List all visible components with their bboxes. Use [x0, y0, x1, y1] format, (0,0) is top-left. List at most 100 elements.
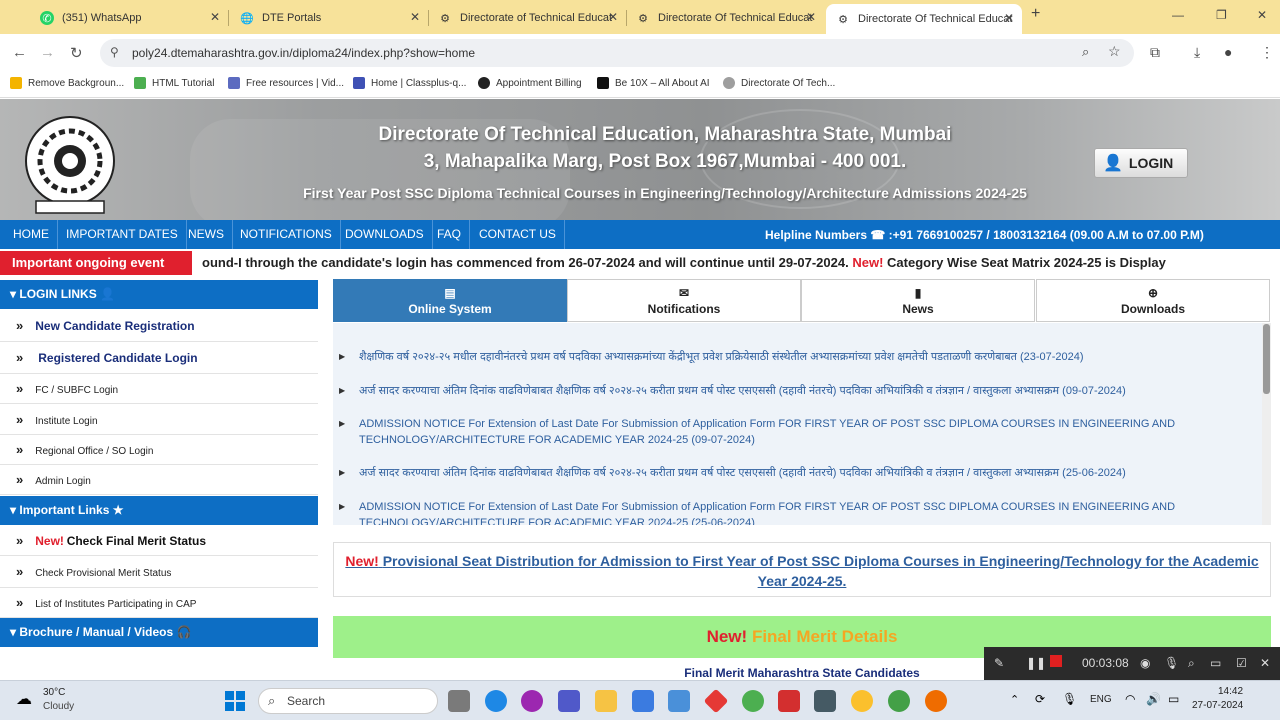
sidebar-item-new-registration[interactable]: » New Candidate Registration — [0, 310, 318, 342]
pen-icon[interactable]: ✎ — [994, 656, 1004, 670]
menu-icon[interactable]: ⋮ — [1260, 44, 1274, 61]
battery-icon[interactable]: ▭ — [1168, 692, 1179, 706]
close-tab-icon[interactable]: ✕ — [410, 10, 420, 24]
extensions-icon[interactable]: ⧉ — [1150, 44, 1160, 61]
mic-icon[interactable]: 🎙 — [1062, 692, 1077, 706]
volume-icon[interactable]: 🔊 — [1146, 692, 1161, 706]
browser-tab-dte-2[interactable]: ⚙ Directorate Of Technical Educat ✕ — [626, 6, 824, 30]
bookmark-appointment-billing[interactable]: Appointment Billing — [478, 77, 582, 89]
notices-scroll-thumb[interactable] — [1263, 324, 1270, 394]
sync-icon[interactable]: ⟳ — [1035, 692, 1045, 706]
profile-icon[interactable]: ● — [1224, 44, 1232, 60]
task-view-icon[interactable] — [448, 690, 470, 712]
app-icon[interactable] — [703, 688, 729, 714]
nav-important-dates[interactable]: IMPORTANT DATES — [58, 220, 187, 249]
bookmark-dte[interactable]: Directorate Of Tech... — [723, 77, 835, 89]
tab-online-system[interactable]: ▤ Online System — [333, 279, 567, 322]
download-icon[interactable]: ⤓ — [1194, 44, 1200, 61]
ticker-text[interactable]: ound-I through the candidate's login has… — [202, 255, 1166, 270]
nav-downloads[interactable]: DOWNLOADS — [337, 220, 433, 249]
app-icon[interactable] — [814, 690, 836, 712]
nav-contact-us[interactable]: CONTACT US — [471, 220, 565, 249]
sidebar-item-final-merit[interactable]: » New! Check Final Merit Status — [0, 526, 318, 556]
login-button[interactable]: 👤 LOGIN — [1094, 148, 1188, 178]
forward-icon[interactable]: → — [40, 44, 55, 61]
recorder-app-icon[interactable] — [778, 690, 800, 712]
store-icon[interactable] — [632, 690, 654, 712]
tab-notifications[interactable]: ✉ Notifications — [567, 279, 801, 322]
bookmark-icon — [478, 77, 490, 89]
close-tab-icon[interactable]: ✕ — [608, 10, 618, 24]
bookmark-free-resources[interactable]: Free resources | Vid... — [228, 77, 344, 89]
teams-icon[interactable] — [558, 690, 580, 712]
sidebar-item-provisional-merit[interactable]: » Check Provisional Merit Status — [0, 556, 318, 588]
chevron-up-icon[interactable]: ⌃ — [1010, 693, 1019, 706]
bookmark-html-tutorial[interactable]: HTML Tutorial — [134, 77, 214, 89]
nav-faq[interactable]: FAQ — [429, 220, 471, 249]
sidebar-item-institute-login[interactable]: » Institute Login — [0, 404, 318, 435]
zoom-icon[interactable]: ⌕ — [1188, 656, 1195, 671]
close-tab-icon[interactable]: ✕ — [806, 10, 816, 24]
chrome-icon[interactable] — [888, 690, 910, 712]
wifi-icon[interactable]: ◠ — [1125, 692, 1135, 706]
browser-tab-whatsapp[interactable]: ✆ (351) WhatsApp ✕ — [30, 6, 229, 30]
chrome-icon[interactable] — [925, 690, 947, 712]
notice-item[interactable]: ▶ शैक्षणिक वर्ष २०२४-२५ मधील दहावीनंतरचे … — [339, 349, 1239, 365]
address-bar[interactable]: ⚲ poly24.dtemaharashtra.gov.in/diploma24… — [100, 39, 1134, 67]
tab-downloads[interactable]: ⊕ Downloads — [1036, 279, 1270, 322]
mic-icon[interactable]: 🎙 — [1164, 656, 1179, 670]
double-chevron-icon: » — [16, 564, 24, 579]
close-window-icon[interactable]: ✕ — [1257, 8, 1267, 22]
notice-item[interactable]: ▶ अर्ज सादर करण्याचा अंतिम दिनांक वाढविणे… — [339, 465, 1239, 481]
sidebar-item-admin-login[interactable]: » Admin Login — [0, 465, 318, 495]
nav-home[interactable]: HOME — [5, 220, 58, 249]
restore-icon[interactable]: ❐ — [1216, 8, 1227, 22]
notice-item[interactable]: ▶ अर्ज सादर करण्याचा अंतिम दिनांक वाढविणे… — [339, 383, 1239, 399]
new-tab-button[interactable]: + — [1031, 5, 1040, 23]
close-tab-icon[interactable]: ✕ — [1004, 11, 1014, 25]
browser-tab-dte-1[interactable]: ⚙ Directorate of Technical Educat ✕ — [428, 6, 627, 30]
tab-news[interactable]: ▮ News — [801, 279, 1035, 322]
user-icon: 👤 — [100, 287, 116, 301]
back-icon[interactable]: ← — [12, 44, 27, 61]
app-icon[interactable] — [668, 690, 690, 712]
nav-news[interactable]: NEWS — [180, 220, 233, 249]
sidebar-item-fc-login[interactable]: » FC / SUBFC Login — [0, 374, 318, 404]
comment-icon[interactable]: ▭ — [1210, 656, 1221, 670]
nav-notifications[interactable]: NOTIFICATIONS — [232, 220, 341, 249]
site-info-icon[interactable]: ⚲ — [110, 45, 119, 59]
bookmark-remove-bg[interactable]: Remove Backgroun... — [10, 77, 124, 89]
taskbar-search[interactable]: ⌕ Search — [258, 688, 438, 714]
minimize-icon[interactable]: — — [1172, 8, 1184, 22]
notice-item[interactable]: ▶ ADMISSION NOTICE For Extension of Last … — [339, 499, 1239, 525]
file-explorer-icon[interactable] — [595, 690, 617, 712]
stop-icon[interactable] — [1050, 655, 1062, 667]
zoom-icon[interactable]: ⌕ — [1082, 44, 1089, 60]
bookmark-classplus[interactable]: Home | Classplus-q... — [353, 77, 466, 89]
pause-icon[interactable]: ❚❚ — [1026, 656, 1046, 670]
chrome-icon[interactable] — [742, 690, 764, 712]
login-links-header[interactable]: ▾ LOGIN LINKS 👤 — [0, 280, 318, 309]
language-indicator[interactable]: ENG — [1090, 694, 1112, 705]
brochure-header[interactable]: ▾ Brochure / Manual / Videos 🎧 — [0, 618, 318, 647]
windows-start-icon[interactable] — [225, 691, 245, 711]
bookmark-be10x[interactable]: Be 10X – All About AI — [597, 77, 710, 89]
notice-item[interactable]: ▶ ADMISSION NOTICE For Extension of Last … — [339, 416, 1239, 448]
reload-icon[interactable]: ↻ — [70, 44, 83, 62]
camera-icon[interactable]: ◉ — [1140, 656, 1150, 670]
double-chevron-icon: » — [16, 533, 24, 548]
copilot-icon[interactable] — [521, 690, 543, 712]
browser-tab-dte-portals[interactable]: 🌐 DTE Portals ✕ — [230, 6, 429, 30]
close-icon[interactable]: ✕ — [1260, 656, 1270, 670]
chrome-icon[interactable] — [851, 690, 873, 712]
close-tab-icon[interactable]: ✕ — [210, 10, 220, 24]
seat-distribution-link[interactable]: New! Provisional Seat Distribution for A… — [333, 542, 1271, 597]
sidebar-item-registered-login[interactable]: » Registered Candidate Login — [0, 342, 318, 374]
important-links-header[interactable]: ▾ Important Links ★ — [0, 496, 318, 525]
browser-tab-dte-active[interactable]: ⚙ Directorate Of Technical Educat ✕ — [826, 4, 1022, 34]
edit-icon[interactable]: ☑ — [1236, 656, 1247, 670]
sidebar-item-institutes-list[interactable]: » List of Institutes Participating in CAP — [0, 588, 318, 618]
sidebar-item-regional-login[interactable]: » Regional Office / SO Login — [0, 435, 318, 465]
edge-icon[interactable] — [485, 690, 507, 712]
bookmark-star-icon[interactable]: ☆ — [1108, 43, 1121, 60]
